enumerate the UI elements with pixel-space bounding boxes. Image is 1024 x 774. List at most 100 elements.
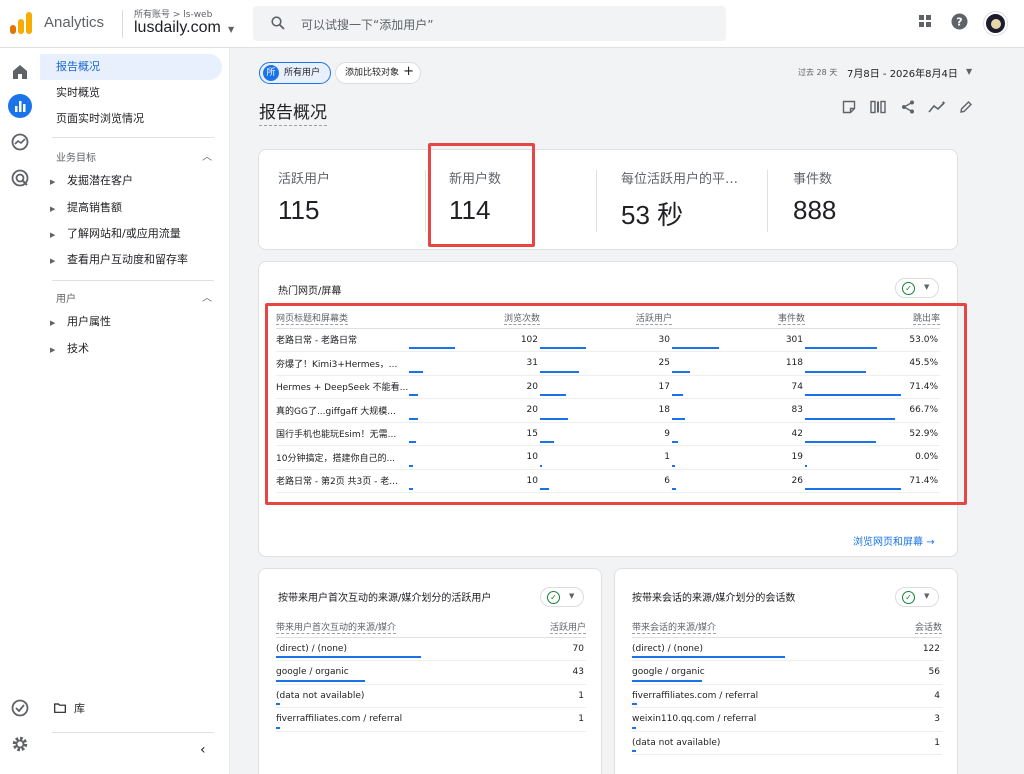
apps-grid-icon[interactable]: [918, 14, 932, 28]
nav-sub-leads[interactable]: ▶ 发掘潜在客户: [50, 172, 133, 190]
expand-arrow-icon: ▶: [50, 205, 56, 213]
value-bar: [632, 656, 786, 658]
table-row[interactable]: (direct) / (none) 122: [632, 637, 942, 661]
metric-divider: [767, 170, 768, 232]
chevron-down-icon: ▼: [924, 283, 930, 291]
source-users-table: 带来用户首次互动的来源/媒介 活跃用户 (direct) / (none) 70 g…: [276, 617, 586, 732]
home-icon[interactable]: [10, 62, 30, 82]
nav-item-realtime-overview[interactable]: 实时概览: [40, 80, 222, 106]
comparison-chip[interactable]: ✓ ▼: [895, 278, 939, 298]
view-pages-label: 浏览网页和屏幕: [853, 537, 923, 548]
table-row[interactable]: fiverraffiliates.com / referral 1: [276, 707, 586, 732]
svg-text:✦: ✦: [941, 100, 946, 107]
metric-active-users[interactable]: 活跃用户 115: [278, 168, 330, 226]
table-cell-label[interactable]: fiverraffiliates.com / referral: [276, 707, 518, 732]
header-divider: [122, 10, 123, 38]
table-cell-label[interactable]: google / organic: [632, 660, 888, 685]
table-cell-value: 56: [887, 660, 942, 685]
nav-section-business-objectives[interactable]: 业务目标: [56, 149, 96, 164]
add-comparison-button[interactable]: 添加比较对象 +: [335, 62, 421, 84]
value-bar: [632, 750, 636, 752]
nav-sub-traffic[interactable]: ▶ 了解网站和/或应用流量: [50, 225, 181, 243]
value-bar: [276, 703, 280, 705]
nav-sub-label: 了解网站和/或应用流量: [67, 227, 181, 240]
nav-item-reports-snapshot[interactable]: 报告概况: [40, 54, 222, 80]
collapse-nav-icon[interactable]: ‹: [200, 742, 206, 758]
nav-item-realtime-pages[interactable]: 页面实时浏览情况: [40, 106, 222, 132]
side-nav: 报告概况 实时概览 页面实时浏览情况 业务目标 ︿ ▶ 发掘潜在客户 ▶ 提高销售额…: [40, 48, 230, 774]
source-sessions-table: 带来会话的来源/媒介 会话数 (direct) / (none) 122 googl…: [632, 617, 942, 755]
advertising-icon[interactable]: [10, 168, 30, 188]
folder-icon: [54, 703, 66, 713]
view-pages-link[interactable]: 浏览网页和屏幕 →: [853, 533, 935, 548]
column-header[interactable]: 带来用户首次互动的来源/媒介: [276, 617, 518, 638]
comparison-chip[interactable]: ✓ ▼: [540, 587, 584, 607]
highlight-box: [265, 303, 967, 505]
table-row[interactable]: google / organic 43: [276, 660, 586, 685]
insights-icon[interactable]: ✦: [928, 100, 946, 114]
metric-label: 事件数: [793, 172, 833, 187]
share-icon[interactable]: [901, 100, 915, 114]
nav-divider: [52, 280, 214, 281]
library-link[interactable]: 库: [54, 700, 85, 716]
metric-label: 每位活跃用户的平…: [621, 172, 739, 187]
nav-sub-label: 用户属性: [67, 315, 111, 328]
customize-report-icon[interactable]: [959, 100, 973, 114]
table-row[interactable]: google / organic 56: [632, 660, 942, 685]
nav-sub-sales[interactable]: ▶ 提高销售额: [50, 199, 122, 217]
table-cell-label[interactable]: google / organic: [276, 660, 518, 685]
top-bar: Analytics 所有账号 > ls-web lusdaily.com ▼ 可…: [0, 0, 1024, 48]
table-row[interactable]: fiverraffiliates.com / referral 4: [632, 684, 942, 708]
column-header[interactable]: 活跃用户: [517, 617, 586, 638]
table-row[interactable]: (data not available) 1: [632, 731, 942, 755]
admin-check-icon[interactable]: [10, 698, 30, 718]
date-range-value[interactable]: 7月8日 - 2026年8月4日: [847, 65, 958, 80]
explore-icon[interactable]: [10, 132, 30, 152]
table-cell-label[interactable]: (direct) / (none): [632, 637, 888, 661]
table-cell-value: 4: [887, 684, 942, 708]
property-name[interactable]: lusdaily.com: [134, 19, 221, 37]
date-dropdown-icon[interactable]: ▼: [966, 67, 972, 76]
nav-section-user[interactable]: 用户: [56, 290, 76, 305]
column-header[interactable]: 会话数: [887, 617, 942, 638]
table-cell-label[interactable]: (data not available): [276, 684, 518, 708]
chevron-up-icon[interactable]: ︿: [202, 148, 212, 163]
help-icon[interactable]: ?: [951, 13, 968, 30]
search-bar[interactable]: 可以试搜一下“添加用户”: [253, 6, 726, 41]
left-rail: [0, 48, 40, 774]
reports-icon[interactable]: [8, 94, 32, 118]
source-sessions-card: 按带来会话的来源/媒介划分的会话数 ✓ ▼ 带来会话的来源/媒介 会话数 (dir…: [614, 568, 958, 774]
nav-sub-label: 查看用户互动度和留存率: [67, 253, 188, 266]
table-row[interactable]: weixin110.qq.com / referral 3: [632, 707, 942, 732]
nav-sub-tech[interactable]: ▶ 技术: [50, 340, 89, 358]
app-name: Analytics: [44, 14, 105, 31]
compare-view-icon[interactable]: [870, 100, 886, 114]
table-cell-label[interactable]: weixin110.qq.com / referral: [632, 707, 888, 732]
table-cell-value: 122: [887, 637, 942, 661]
chevron-down-icon: ▼: [569, 592, 575, 600]
table-cell-label[interactable]: (direct) / (none): [276, 637, 518, 661]
table-row[interactable]: (direct) / (none) 70: [276, 637, 586, 661]
date-range-label[interactable]: 过去 28 天: [798, 67, 837, 78]
table-cell-label[interactable]: (data not available): [632, 731, 888, 755]
edit-comparisons-icon[interactable]: [842, 100, 856, 114]
chevron-up-icon[interactable]: ︿: [202, 289, 212, 304]
nav-sub-user-attributes[interactable]: ▶ 用户属性: [50, 313, 111, 331]
segment-chip[interactable]: 所 所有用户: [259, 62, 331, 84]
card-title: 热门网页/屏幕: [278, 286, 342, 297]
column-header[interactable]: 带来会话的来源/媒介: [632, 617, 888, 638]
nav-sub-engagement[interactable]: ▶ 查看用户互动度和留存率: [50, 251, 188, 269]
table-row[interactable]: (data not available) 1: [276, 684, 586, 708]
comparison-chip[interactable]: ✓ ▼: [895, 587, 939, 607]
table-cell-label[interactable]: fiverraffiliates.com / referral: [632, 684, 888, 708]
value-bar: [276, 679, 365, 682]
metrics-card: 活跃用户 115 新用户数 114 每位活跃用户的平… 53 秒 事件数 888: [258, 149, 958, 250]
settings-icon[interactable]: [10, 734, 30, 754]
metric-avg-engagement[interactable]: 每位活跃用户的平… 53 秒: [621, 168, 751, 232]
metric-event-count[interactable]: 事件数 888: [793, 168, 836, 226]
search-icon: [271, 16, 285, 30]
analytics-logo[interactable]: [10, 12, 32, 34]
property-dropdown-icon[interactable]: ▼: [228, 25, 234, 34]
check-icon: ✓: [902, 591, 915, 604]
avatar[interactable]: [984, 12, 1007, 35]
